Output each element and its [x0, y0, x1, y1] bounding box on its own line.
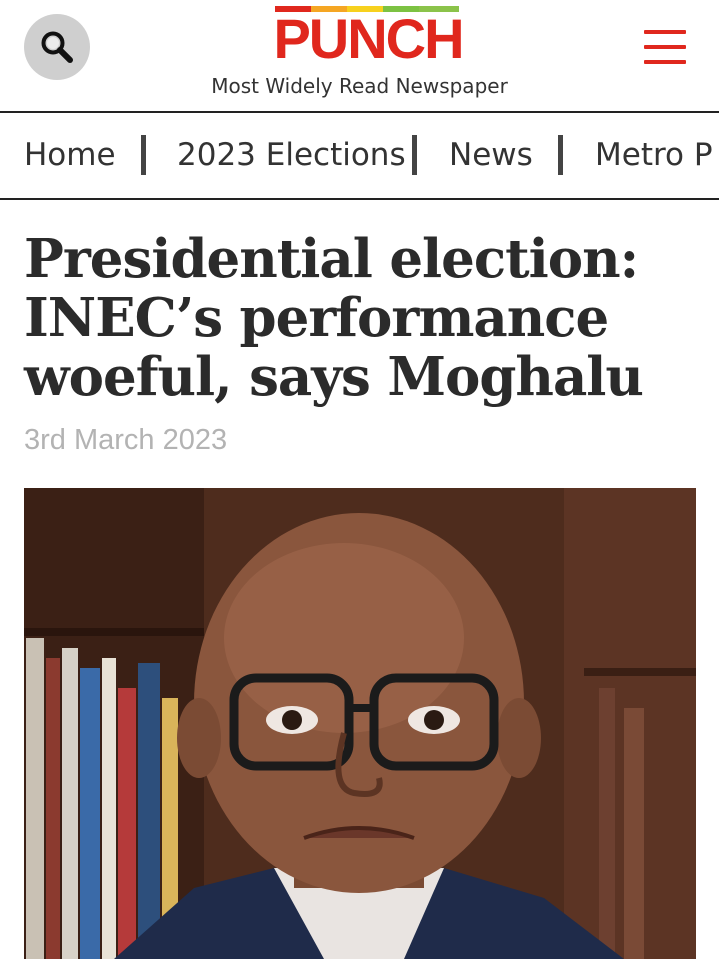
nav-divider [558, 135, 563, 175]
nav-item-metro-plus[interactable]: Metro P [595, 137, 713, 173]
hamburger-menu-icon [644, 30, 686, 34]
site-header: PUNCH Most Widely Read Newspaper [0, 0, 719, 113]
portrait-photo [24, 488, 696, 959]
category-nav: Home 2023 Elections News Metro P [0, 113, 719, 200]
nav-divider [412, 135, 417, 175]
nav-item-2023-elections[interactable]: 2023 Elections [177, 137, 406, 173]
search-button[interactable] [24, 14, 90, 80]
nav-divider [141, 135, 146, 175]
nav-item-home[interactable]: Home [24, 137, 116, 173]
punch-logo[interactable]: PUNCH [273, 4, 465, 70]
site-tagline: Most Widely Read Newspaper [211, 74, 508, 98]
article-title: Presidential election: INEC’s performanc… [24, 228, 644, 408]
article-hero-image [24, 488, 696, 959]
logo-text: PUNCH [273, 7, 462, 62]
nav-item-news[interactable]: News [449, 137, 533, 173]
article-date: 3rd March 2023 [24, 424, 228, 456]
page: PUNCH Most Widely Read Newspaper Home 20… [0, 0, 719, 959]
menu-button[interactable] [644, 30, 686, 64]
search-icon [41, 31, 73, 63]
